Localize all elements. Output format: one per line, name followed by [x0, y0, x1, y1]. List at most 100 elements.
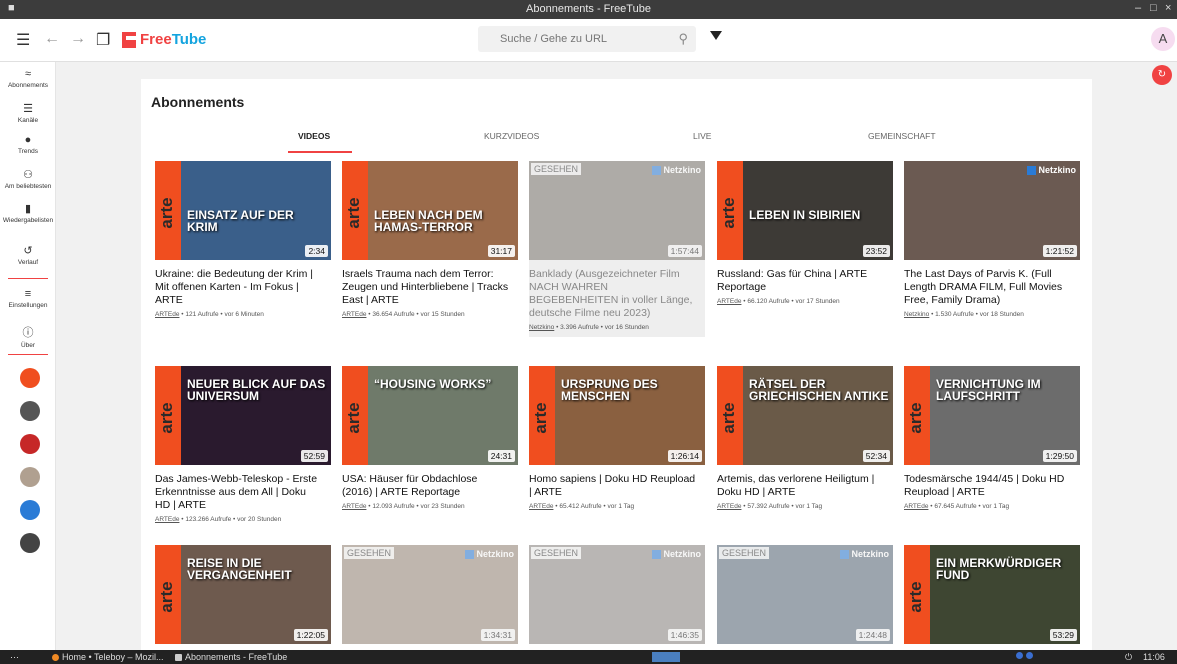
- sidebar-item-label: Abonnements: [7, 82, 49, 89]
- video-thumbnail[interactable]: Netzkino 1:21:52: [904, 161, 1080, 260]
- app-launcher-icon[interactable]: ⋯: [10, 652, 19, 663]
- search-icon[interactable]: ⚲: [678, 31, 688, 47]
- sidebar-item-5[interactable]: ↺ Verlauf: [0, 244, 56, 266]
- video-thumbnail[interactable]: RÄTSEL DER GRIECHISCHEN ANTIKE 52:34: [717, 366, 893, 465]
- video-card[interactable]: VERNICHTUNG IM LAUFSCHRITT 1:29:50 Todesmä…: [904, 366, 1080, 510]
- video-title[interactable]: Russland: Gas für China | ARTE Reportage: [717, 268, 893, 294]
- network-icon[interactable]: [1016, 652, 1033, 659]
- new-window-icon[interactable]: ❐: [96, 30, 110, 50]
- channel-link[interactable]: ARTEde: [342, 503, 366, 510]
- thumbnail-caption: VERNICHTUNG IM LAUFSCHRITT: [936, 377, 1041, 403]
- video-card[interactable]: EINSATZ AUF DER KRIM 2:34 Ukraine: die Bed…: [155, 161, 331, 318]
- tab-shorts[interactable]: KURZVIDEOS: [484, 131, 539, 141]
- video-card[interactable]: GESEHEN Netzkino 1:46:35: [529, 545, 705, 644]
- sidebar-item-4[interactable]: ▮ Wiedergabelisten: [0, 202, 56, 224]
- channel-avatar[interactable]: [20, 533, 40, 553]
- channel-link[interactable]: ARTEde: [342, 311, 366, 318]
- channel-avatar[interactable]: [20, 434, 40, 454]
- workspace-indicator[interactable]: [652, 652, 680, 662]
- channel-avatar[interactable]: [20, 368, 40, 388]
- video-title[interactable]: The Last Days of Parvis K. (Full Length …: [904, 268, 1080, 307]
- avatar[interactable]: A: [1151, 27, 1175, 51]
- sidebar-item-7[interactable]: ⓘ Über: [0, 324, 56, 349]
- video-thumbnail[interactable]: GESEHEN Netzkino 1:57:44: [529, 161, 705, 260]
- channel-link[interactable]: ARTEde: [529, 503, 553, 510]
- video-thumbnail[interactable]: GESEHEN Netzkino 1:24:48: [717, 545, 893, 644]
- video-thumbnail[interactable]: NEUER BLICK AUF DAS UNIVERSUM 52:59: [155, 366, 331, 465]
- video-thumbnail[interactable]: LEBEN NACH DEM HAMAS-TERROR 31:17: [342, 161, 518, 260]
- sidebar-item-1[interactable]: ☰ Kanäle: [0, 102, 56, 124]
- filter-icon[interactable]: [710, 31, 722, 40]
- arte-logo-icon: [717, 161, 743, 260]
- sidebar-item-3[interactable]: ⚇ Am beliebtesten: [0, 168, 56, 190]
- video-thumbnail[interactable]: URSPRUNG DES MENSCHEN 1:26:14: [529, 366, 705, 465]
- video-title[interactable]: Israels Trauma nach dem Terror: Zeugen u…: [342, 268, 518, 307]
- power-icon[interactable]: ⏻: [1125, 652, 1132, 663]
- channel-link[interactable]: ARTEde: [904, 503, 928, 510]
- channel-link[interactable]: ARTEde: [155, 516, 179, 523]
- tab-live[interactable]: LIVE: [693, 131, 711, 141]
- video-meta: Netzkino • 1.530 Aufrufe • vor 18 Stunde…: [904, 311, 1080, 318]
- video-title[interactable]: Ukraine: die Bedeutung der Krim | Mit of…: [155, 268, 331, 307]
- forward-arrow-icon[interactable]: →: [70, 30, 86, 48]
- video-thumbnail[interactable]: “HOUSING WORKS” 24:31: [342, 366, 518, 465]
- video-card[interactable]: GESEHEN Netzkino 1:24:48: [717, 545, 893, 644]
- video-title[interactable]: Banklady (Ausgezeichneter Film NACH WAHR…: [529, 268, 705, 320]
- channel-link[interactable]: ARTEde: [155, 311, 179, 318]
- video-title[interactable]: Artemis, das verlorene Heiligtum | Doku …: [717, 473, 893, 499]
- video-card[interactable]: RÄTSEL DER GRIECHISCHEN ANTIKE 52:34 Artem…: [717, 366, 893, 510]
- view-count-and-age: • 57.392 Aufrufe • vor 1 Tag: [741, 503, 823, 510]
- video-meta: ARTEde • 67.645 Aufrufe • vor 1 Tag: [904, 503, 1080, 510]
- video-thumbnail[interactable]: GESEHEN Netzkino 1:34:31: [342, 545, 518, 644]
- close-button[interactable]: ×: [1165, 2, 1171, 14]
- video-title[interactable]: USA: Häuser für Obdachlose (2016) | ARTE…: [342, 473, 518, 499]
- video-thumbnail[interactable]: LEBEN IN SIBIRIEN 23:52: [717, 161, 893, 260]
- video-card[interactable]: “HOUSING WORKS” 24:31 USA: Häuser für Obda…: [342, 366, 518, 510]
- sidebar-item-6[interactable]: ≡ Einstellungen: [0, 288, 56, 309]
- video-card[interactable]: LEBEN NACH DEM HAMAS-TERROR 31:17 Israels …: [342, 161, 518, 318]
- video-title[interactable]: Das James-Webb-Teleskop - Erste Erkenntn…: [155, 473, 331, 512]
- video-thumbnail[interactable]: REISE IN DIE VERGANGENHEIT 1:22:05: [155, 545, 331, 644]
- tab-community[interactable]: GEMEINSCHAFT: [868, 131, 936, 141]
- channel-link[interactable]: Netzkino: [904, 311, 929, 318]
- netzkino-icon: [465, 550, 475, 560]
- video-card[interactable]: GESEHEN Netzkino 1:57:44 Banklady (Ausgezei…: [529, 161, 705, 337]
- video-thumbnail[interactable]: GESEHEN Netzkino 1:46:35: [529, 545, 705, 644]
- video-thumbnail[interactable]: EIN MERKWÜRDIGER FUND 53:29: [904, 545, 1080, 644]
- channel-avatar[interactable]: [20, 500, 40, 520]
- taskbar-item-freetube[interactable]: Abonnements - FreeTube: [175, 652, 287, 662]
- video-title[interactable]: Todesmärsche 1944/45 | Doku HD Reupload …: [904, 473, 1080, 499]
- video-card[interactable]: EIN MERKWÜRDIGER FUND 53:29: [904, 545, 1080, 644]
- channel-link[interactable]: ARTEde: [717, 503, 741, 510]
- video-thumbnail[interactable]: EINSATZ AUF DER KRIM 2:34: [155, 161, 331, 260]
- tab-videos[interactable]: VIDEOS: [298, 131, 330, 141]
- search-input[interactable]: [478, 26, 658, 52]
- history-icon: ↺: [23, 245, 33, 257]
- arte-logo-icon: [155, 161, 181, 260]
- menu-icon[interactable]: ☰: [16, 30, 30, 50]
- back-arrow-icon[interactable]: ←: [44, 30, 60, 48]
- video-title[interactable]: Homo sapiens | Doku HD Reupload | ARTE: [529, 473, 705, 499]
- view-count-and-age: • 67.645 Aufrufe • vor 1 Tag: [928, 503, 1010, 510]
- channel-link[interactable]: Netzkino: [529, 324, 554, 331]
- sidebar-item-2[interactable]: ● Trends: [0, 134, 56, 155]
- minimize-button[interactable]: –: [1135, 2, 1141, 14]
- channel-avatar[interactable]: [20, 467, 40, 487]
- video-thumbnail[interactable]: VERNICHTUNG IM LAUFSCHRITT 1:29:50: [904, 366, 1080, 465]
- video-duration: 31:17: [487, 245, 515, 257]
- video-card[interactable]: NEUER BLICK AUF DAS UNIVERSUM 52:59 Das Ja…: [155, 366, 331, 523]
- sidebar-item-label: Verlauf: [17, 259, 39, 266]
- sidebar-item-0[interactable]: ≈ Abonnements: [0, 68, 56, 89]
- channel-avatar[interactable]: [20, 401, 40, 421]
- video-card[interactable]: LEBEN IN SIBIRIEN 23:52 Russland: Gas für …: [717, 161, 893, 305]
- taskbar-item-firefox[interactable]: Home • Teleboy – Mozil...: [52, 652, 164, 662]
- video-card[interactable]: REISE IN DIE VERGANGENHEIT 1:22:05: [155, 545, 331, 644]
- maximize-button[interactable]: □: [1150, 2, 1157, 14]
- video-card[interactable]: GESEHEN Netzkino 1:34:31: [342, 545, 518, 644]
- active-tab-indicator: [288, 151, 352, 153]
- channel-link[interactable]: ARTEde: [717, 298, 741, 305]
- refresh-subscriptions-button[interactable]: ↻: [1152, 65, 1172, 85]
- freetube-logo[interactable]: FreeTube: [122, 31, 206, 48]
- video-card[interactable]: Netzkino 1:21:52 The Last Days of Parvis K…: [904, 161, 1080, 318]
- video-card[interactable]: URSPRUNG DES MENSCHEN 1:26:14 Homo sapiens…: [529, 366, 705, 510]
